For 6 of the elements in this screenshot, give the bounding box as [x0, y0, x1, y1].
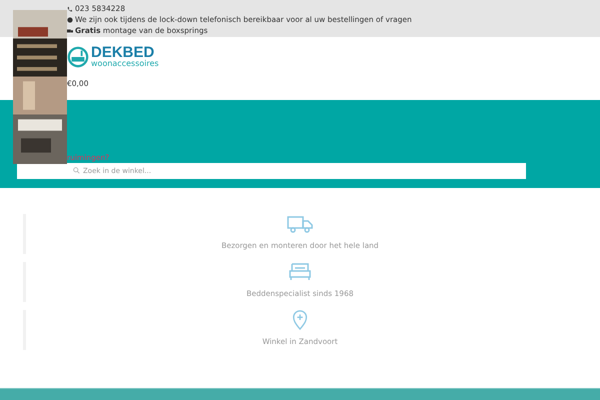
truck-icon [287, 214, 313, 234]
phone-icon [67, 6, 73, 12]
bed-icon [287, 262, 313, 282]
search-icon [73, 167, 80, 174]
truck-icon [67, 28, 73, 34]
logo[interactable]: DEKBED woonaccessoires [67, 45, 159, 68]
